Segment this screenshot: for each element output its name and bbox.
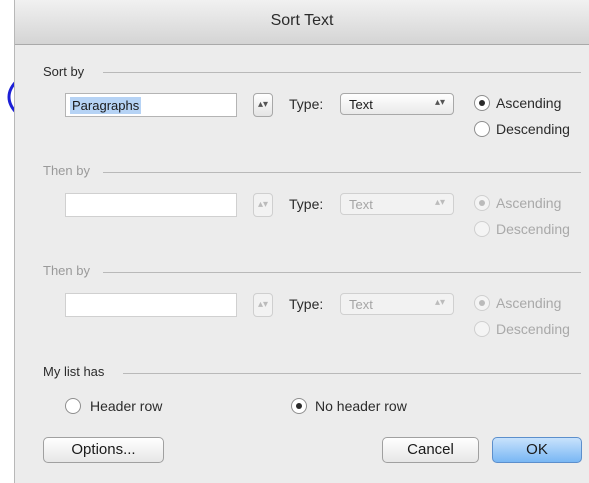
then-by-2-type-label: Type:: [289, 296, 324, 312]
sort-by-type-label: Type:: [289, 96, 324, 112]
then-by-2-ascending-radio: [474, 295, 490, 311]
then-by-1-descending-label: Descending: [496, 221, 570, 237]
then-by-1-type-label: Type:: [289, 196, 324, 212]
cancel-button[interactable]: Cancel: [382, 437, 479, 463]
title-bar[interactable]: Sort Text: [15, 0, 589, 45]
no-header-row-radio[interactable]: [291, 398, 307, 414]
sort-by-descending-radio[interactable]: [474, 121, 490, 137]
my-list-has-divider: [123, 373, 581, 374]
then-by-1-label: Then by: [43, 163, 90, 178]
options-button[interactable]: Options...: [43, 437, 164, 463]
then-by-2-field: [65, 293, 237, 317]
then-by-2-divider: [103, 272, 581, 273]
my-list-has-label: My list has: [43, 364, 105, 379]
chevron-updown-icon: ▴▾: [434, 197, 445, 208]
then-by-1-type-value: Text: [349, 197, 373, 212]
then-by-2-stepper: ▴▾: [253, 293, 273, 317]
header-row-radio[interactable]: [65, 398, 81, 414]
then-by-2-label: Then by: [43, 263, 90, 278]
sort-by-divider: [103, 72, 581, 73]
sort-by-type-popup[interactable]: Text ▴▾: [340, 93, 454, 115]
sort-by-type-value: Text: [349, 97, 373, 112]
chevron-updown-icon: ▴▾: [434, 297, 445, 308]
sort-text-dialog: Sort Text Sort by Paragraphs ▴▾ Type: Te…: [14, 0, 589, 483]
then-by-1-divider: [103, 172, 581, 173]
sort-by-ascending-radio[interactable]: [474, 95, 490, 111]
then-by-2-descending-label: Descending: [496, 321, 570, 337]
then-by-1-type-popup: Text ▴▾: [340, 193, 454, 215]
then-by-1-stepper: ▴▾: [253, 193, 273, 217]
then-by-1-ascending-label: Ascending: [496, 195, 562, 211]
header-row-label[interactable]: Header row: [90, 398, 162, 414]
then-by-2-descending-radio: [474, 321, 490, 337]
then-by-2-type-popup: Text ▴▾: [340, 293, 454, 315]
sort-by-field-value: Paragraphs: [70, 97, 142, 114]
sort-by-field[interactable]: Paragraphs: [65, 93, 237, 117]
dialog-title: Sort Text: [270, 12, 334, 29]
then-by-1-field: [65, 193, 237, 217]
ok-button[interactable]: OK: [492, 437, 582, 463]
then-by-1-ascending-radio: [474, 195, 490, 211]
sort-by-stepper[interactable]: ▴▾: [253, 93, 273, 117]
chevron-updown-icon: ▴▾: [434, 97, 445, 108]
then-by-2-type-value: Text: [349, 297, 373, 312]
then-by-2-ascending-label: Ascending: [496, 295, 562, 311]
no-header-row-label[interactable]: No header row: [315, 398, 407, 414]
sort-by-ascending-label[interactable]: Ascending: [496, 95, 561, 111]
then-by-1-descending-radio: [474, 221, 490, 237]
sort-by-descending-label[interactable]: Descending: [496, 121, 570, 137]
sort-by-label: Sort by: [43, 64, 85, 79]
